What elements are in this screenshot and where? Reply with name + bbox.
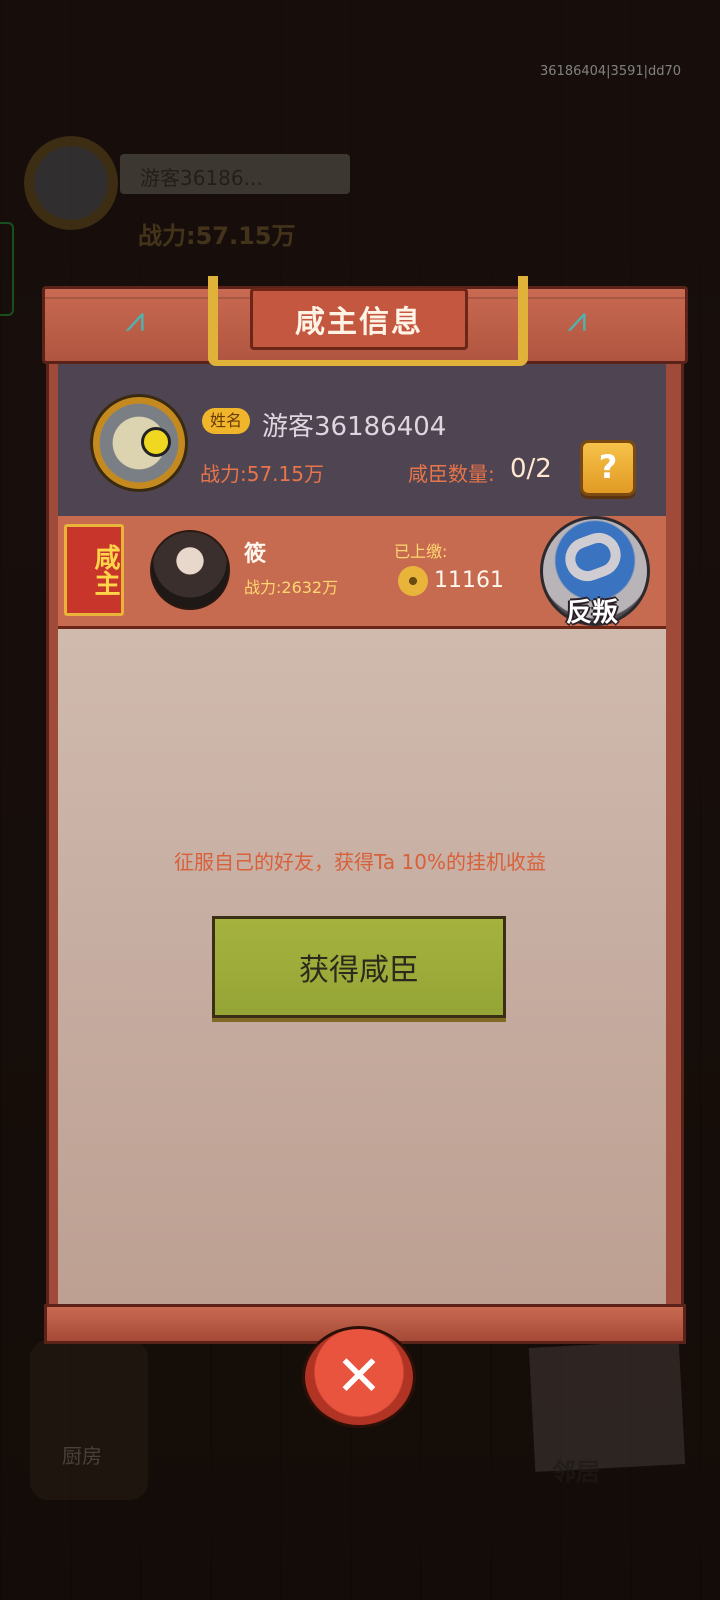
chain-icon	[559, 526, 627, 588]
vassal-count-label: 咸臣数量:	[408, 462, 495, 486]
player-avatar	[90, 394, 188, 492]
lord-badge-text: 咸主	[90, 544, 120, 596]
hint-text: 征服自己的好友，获得Ta 10%的挂机收益	[174, 850, 546, 874]
paid-value: 11161	[434, 568, 504, 593]
close-button[interactable]: ✕	[302, 1326, 416, 1428]
name-tag: 姓名	[202, 408, 250, 434]
lord-power: 战力:2632万	[244, 578, 339, 597]
fish-icon: ⩘	[125, 300, 145, 340]
player-name: 游客36186404	[262, 412, 447, 442]
player-power: 战力:57.15万	[200, 462, 324, 486]
get-vassal-button[interactable]: 获得咸臣	[212, 916, 506, 1018]
coin-icon	[398, 566, 428, 596]
help-button[interactable]: ?	[580, 440, 636, 496]
dialog-title-plate: 咸主信息	[250, 288, 468, 350]
vassal-count-value: 0/2	[510, 454, 552, 484]
paid-label: 已上缴:	[394, 542, 448, 561]
lord-badge: 咸主	[64, 524, 124, 616]
get-vassal-button-label: 获得咸臣	[299, 953, 419, 988]
dialog-title: 咸主信息	[295, 305, 423, 340]
close-icon: ✕	[335, 1344, 383, 1409]
revolt-label[interactable]: 反叛	[566, 592, 618, 629]
fish-icon: ⩘	[567, 300, 587, 340]
lord-avatar[interactable]	[150, 530, 230, 610]
lord-name: 筱	[244, 542, 267, 567]
